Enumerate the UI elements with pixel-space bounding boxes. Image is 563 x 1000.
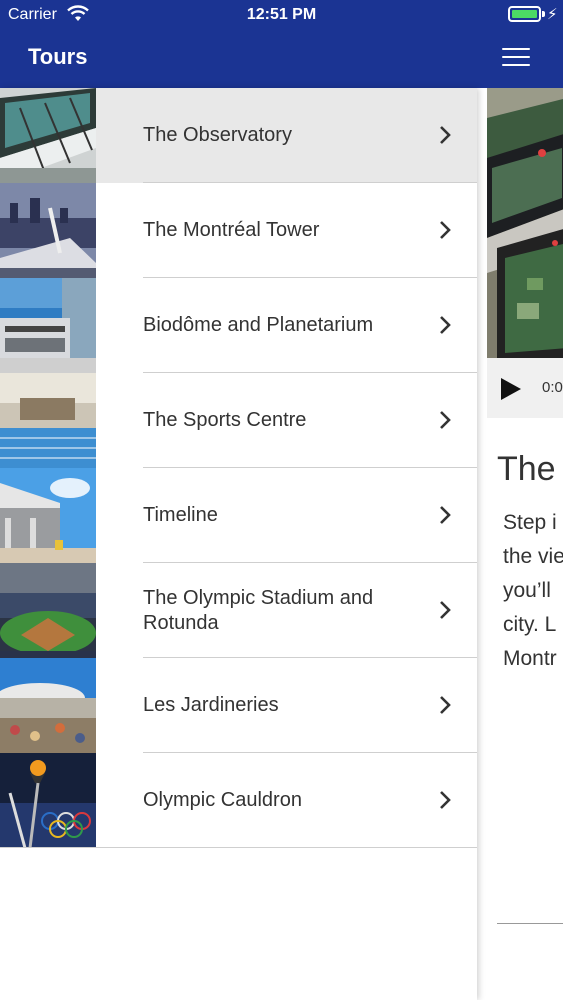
tour-detail-page: 0:0 The Step i the vie you’ll city. L Mo… (477, 88, 563, 1000)
observatory-thumbnail (0, 88, 96, 183)
sports-centre-thumbnail (0, 373, 96, 468)
chevron-right-icon (440, 696, 451, 714)
audio-player: 0:0 (487, 358, 563, 418)
play-icon[interactable] (501, 378, 521, 400)
tour-item-observatory[interactable]: The Observatory (0, 88, 477, 183)
divider (497, 923, 563, 924)
body-line: Step i (503, 511, 557, 534)
chevron-right-icon (440, 506, 451, 524)
tour-item-biodome[interactable]: Biodôme and Planetarium (0, 278, 477, 373)
tour-item-label: The Olympic Stadium and Rotunda (143, 586, 374, 634)
status-bar: Carrier 12:51 PM ⚡ (0, 0, 563, 30)
montreal-tower-thumbnail (0, 183, 96, 278)
hamburger-menu-button[interactable] (502, 46, 532, 68)
chevron-right-icon (440, 601, 451, 619)
les-jardineries-thumbnail (0, 658, 96, 753)
chevron-right-icon (440, 316, 451, 334)
tour-item-label: Timeline (143, 504, 218, 526)
tour-item-label: Biodôme and Planetarium (143, 314, 374, 336)
olympic-stadium-thumbnail (0, 563, 96, 658)
observatory-photo (487, 88, 563, 358)
biodome-thumbnail (0, 278, 96, 373)
row-divider (0, 847, 477, 848)
detail-body: Step i the vie you’ll city. L Montr (503, 506, 563, 676)
battery-icon (508, 6, 541, 22)
tour-item-label: The Montréal Tower (143, 219, 320, 241)
tour-item-les-jardineries[interactable]: Les Jardineries (0, 658, 477, 753)
tour-item-label: Les Jardineries (143, 694, 279, 716)
nav-title: Tours (28, 44, 88, 69)
charging-bolt-icon: ⚡ (547, 6, 558, 23)
player-time: 0:0 (542, 379, 563, 396)
body-line: city. L (503, 613, 557, 636)
chevron-right-icon (440, 411, 451, 429)
status-time: 12:51 PM (246, 6, 317, 23)
detail-title: The (497, 450, 556, 488)
tours-drawer: The Observatory The Montréal Tower Biodô… (0, 88, 477, 1000)
tour-item-montreal-tower[interactable]: The Montréal Tower (0, 183, 477, 278)
tour-item-label: The Sports Centre (143, 409, 307, 431)
body-line: the vie (503, 545, 563, 568)
tour-item-label: Olympic Cauldron (143, 789, 302, 811)
chevron-right-icon (440, 221, 451, 239)
body-line: Montr (503, 647, 557, 670)
battery-tip (542, 11, 545, 17)
tour-item-timeline[interactable]: Timeline (0, 468, 477, 563)
timeline-thumbnail (0, 468, 96, 563)
tour-item-olympic-cauldron[interactable]: Olympic Cauldron (0, 753, 477, 848)
olympic-cauldron-thumbnail (0, 753, 96, 848)
chevron-right-icon (440, 791, 451, 809)
tour-item-olympic-stadium[interactable]: The Olympic Stadium and Rotunda (0, 563, 477, 658)
navigation-bar: Carrier 12:51 PM ⚡ Tours (0, 0, 563, 88)
chevron-right-icon (440, 126, 451, 144)
tour-item-label: The Observatory (143, 124, 292, 146)
body-line: you’ll (503, 579, 551, 602)
tour-item-sports-centre[interactable]: The Sports Centre (0, 373, 477, 468)
